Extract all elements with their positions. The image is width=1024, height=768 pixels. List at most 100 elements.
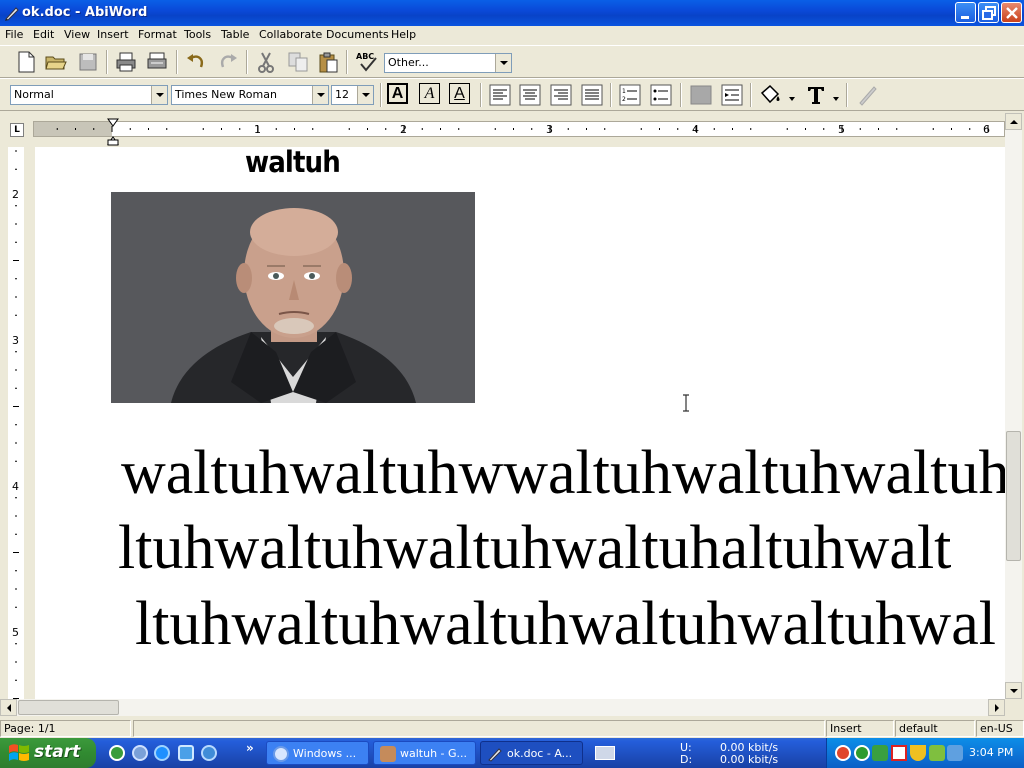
status-mode[interactable]: Insert [826,720,894,737]
align-right-button[interactable] [549,83,573,107]
shield-red-icon[interactable] [891,745,907,761]
outdent-icon [690,85,712,105]
menu-edit[interactable]: Edit [33,28,54,41]
task-button[interactable]: waltuh - G... [373,741,476,765]
style-select[interactable]: Normal [10,85,168,105]
chevron-down-icon[interactable] [357,86,373,104]
task-button[interactable]: Windows ... [266,741,369,765]
toolbar-separator [246,50,248,74]
scroll-up-button[interactable] [1005,113,1022,130]
ruler-number: 4 [12,480,19,493]
net-down-label: D: [680,753,693,766]
vertical-ruler-ticks [13,150,19,699]
utorrent-tray-icon[interactable] [854,745,870,761]
font-select-value: Times New Roman [175,88,277,101]
align-left-button[interactable] [488,83,512,107]
underline-button[interactable]: A [449,83,470,104]
indent-marker-icon[interactable] [107,118,119,146]
menu-table[interactable]: Table [221,28,249,41]
menu-collaborate[interactable]: Collaborate [259,28,322,41]
horizontal-scrollbar[interactable] [0,699,1005,716]
horizontal-ruler[interactable]: L 1 2 3 4 5 6 [0,113,1024,147]
undo-button[interactable] [184,50,208,74]
align-right-icon [550,84,572,106]
media-player-icon[interactable] [201,745,217,761]
fill-color-dropdown[interactable] [788,87,796,111]
horizontal-scroll-thumb[interactable] [18,700,119,715]
browser-icon[interactable] [132,745,148,761]
vertical-scrollbar[interactable] [1005,113,1022,699]
document-page[interactable]: waltuh waltuhwaltuhwwaltuhwaltuhwaltuh l… [35,147,1005,699]
fill-color-button[interactable] [758,83,782,107]
save-button[interactable] [76,50,100,74]
security-alert-icon[interactable] [835,745,851,761]
menu-view[interactable]: View [64,28,90,41]
spell-check-icon: ABC [356,52,377,72]
minimize-button[interactable] [955,2,976,23]
spell-check-button[interactable]: ABC [355,50,379,74]
volume-icon[interactable] [929,745,945,761]
quicklaunch-overflow[interactable]: » [246,741,254,755]
outlook-icon[interactable] [178,745,194,761]
scroll-left-button[interactable] [0,699,17,716]
scroll-down-button[interactable] [1005,682,1022,699]
zoom-select[interactable]: Other... [384,53,512,73]
menu-file[interactable]: File [5,28,23,41]
start-button[interactable]: start [0,738,96,768]
print-preview-button[interactable] [145,50,169,74]
vertical-ruler[interactable]: 2 3 4 5 [0,147,33,699]
menu-insert[interactable]: Insert [97,28,129,41]
task-button-active[interactable]: ok.doc - A... [480,741,583,765]
document-area[interactable]: waltuh waltuhwaltuhwwaltuhwaltuhwaltuh l… [33,147,1005,699]
align-center-button[interactable] [518,83,542,107]
vertical-scroll-thumb[interactable] [1006,431,1021,561]
tab-stop-selector[interactable]: L [10,123,24,137]
keyboard-icon[interactable] [595,746,615,760]
paste-button[interactable] [316,50,340,74]
title-bar[interactable]: ok.doc - AbiWord [0,0,1024,26]
chevron-down-icon[interactable] [495,54,511,72]
menu-documents[interactable]: Documents [326,28,389,41]
highlight-button[interactable] [856,83,880,107]
restore-button[interactable] [978,2,999,23]
menu-tools[interactable]: Tools [184,28,211,41]
clock[interactable]: 3:04 PM [969,746,1013,759]
connection-icon[interactable] [947,745,963,761]
toolbar-separator [680,83,682,107]
italic-button[interactable]: A [419,83,440,104]
numbered-list-button[interactable]: 12 [618,83,642,107]
menu-help[interactable]: Help [391,28,416,41]
indent-button[interactable] [720,83,744,107]
font-size-select[interactable]: 12 [331,85,374,105]
internet-explorer-icon[interactable] [154,745,170,761]
ruler-number: 4 [692,123,699,136]
print-button[interactable] [114,50,138,74]
text-color-button[interactable] [804,83,828,107]
bullet-list-button[interactable] [649,83,673,107]
outdent-button[interactable] [689,83,713,107]
scroll-right-button[interactable] [988,699,1005,716]
new-document-button[interactable] [14,50,38,74]
font-select[interactable]: Times New Roman [171,85,329,105]
justify-button[interactable] [580,83,604,107]
bold-button[interactable]: A [387,83,408,104]
chevron-down-icon[interactable] [312,86,328,104]
open-button[interactable] [44,50,68,74]
utorrent-icon[interactable] [109,745,125,761]
toolbar-separator [176,50,178,74]
shield-icon[interactable] [910,745,926,761]
document-image[interactable] [111,192,475,403]
menu-format[interactable]: Format [138,28,177,41]
close-icon [1006,7,1018,19]
close-button[interactable] [1001,2,1022,23]
text-color-dropdown[interactable] [832,87,840,111]
cut-button[interactable] [254,50,278,74]
ruler-number: 3 [12,334,19,347]
chevron-down-icon[interactable] [151,86,167,104]
status-language: en-US [976,720,1024,737]
highlighter-icon [859,86,877,106]
copy-button[interactable] [286,50,310,74]
copy-icon [288,52,308,72]
network-icon[interactable] [872,745,888,761]
redo-button[interactable] [216,50,240,74]
